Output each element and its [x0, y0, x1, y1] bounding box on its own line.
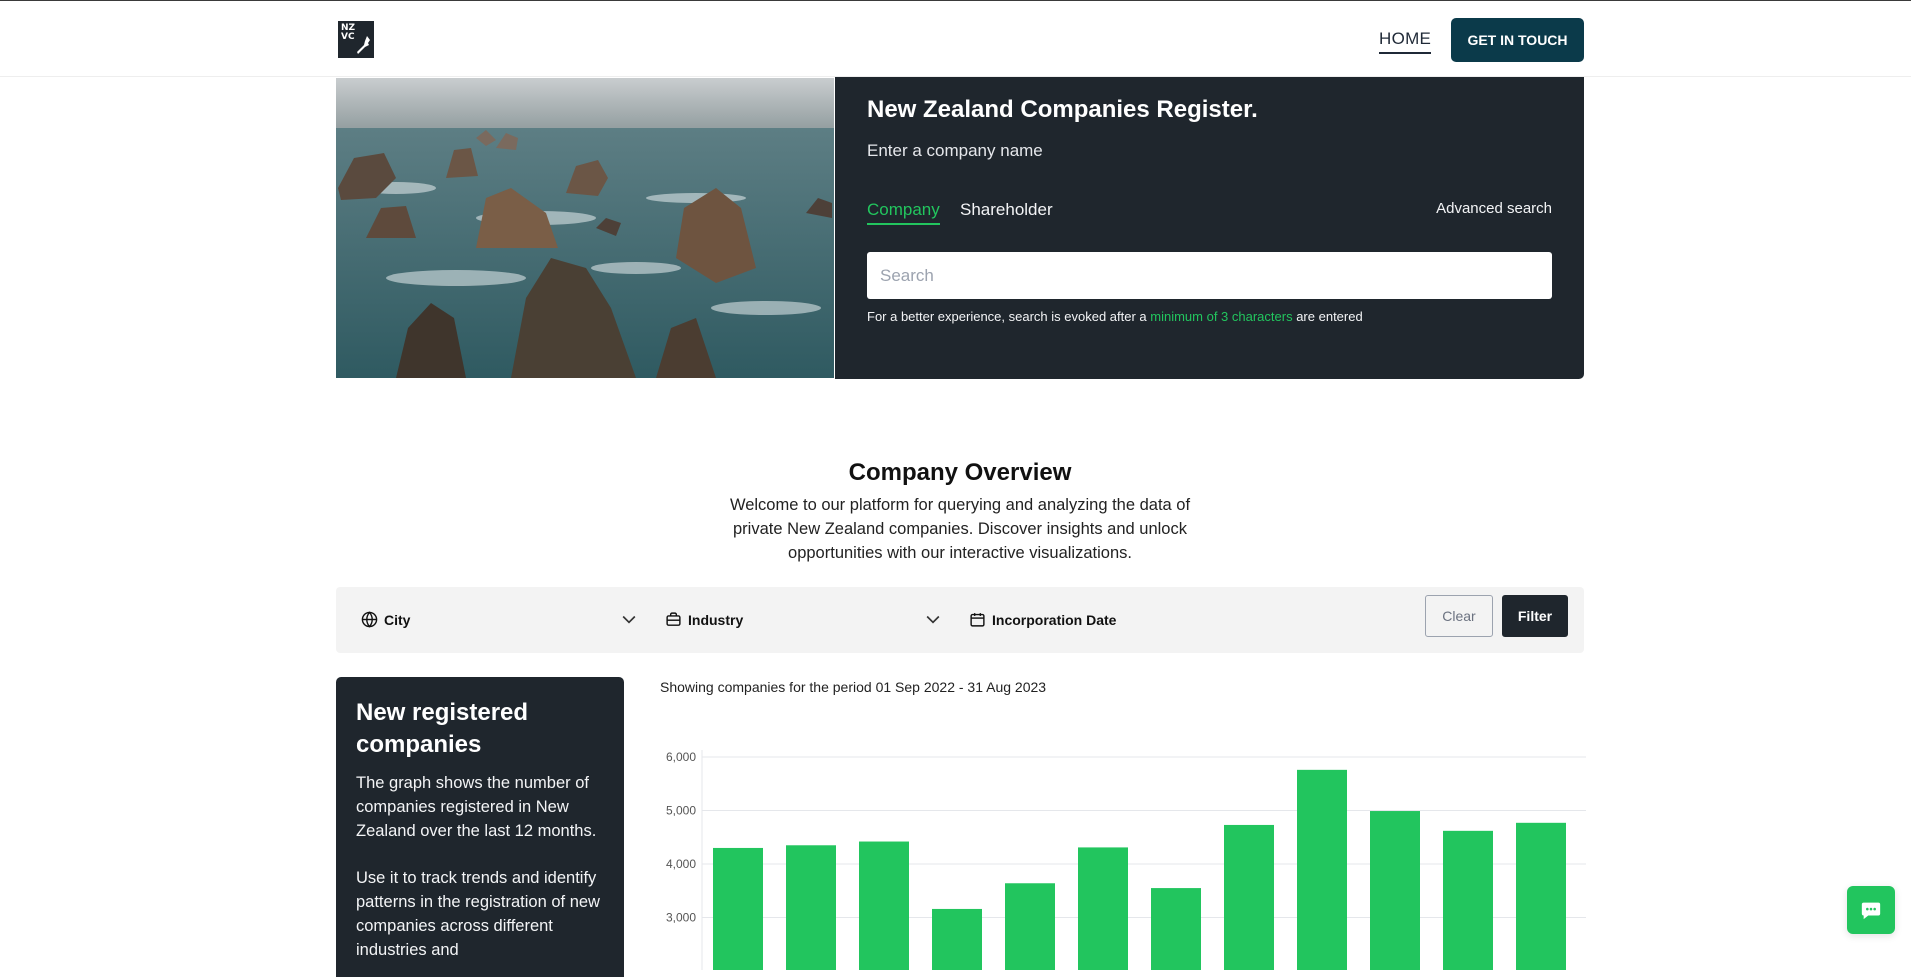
industry-filter[interactable]: Industry [665, 611, 743, 628]
incorporation-date-label: Incorporation Date [992, 611, 1117, 628]
bar[interactable] [932, 908, 982, 970]
calendar-icon [970, 613, 985, 627]
bar[interactable] [1297, 769, 1347, 970]
chat-button[interactable] [1847, 886, 1895, 934]
bar[interactable] [1370, 811, 1420, 970]
briefcase-icon [666, 612, 681, 626]
filter-bar: City Industry Incorporation Date Clear F… [336, 587, 1584, 653]
tab-shareholder[interactable]: Shareholder [960, 200, 1053, 223]
bar[interactable] [1443, 830, 1493, 970]
period-text: Showing companies for the period 01 Sep … [660, 679, 1047, 695]
overview-description: Welcome to our platform for querying and… [729, 496, 1191, 562]
city-filter[interactable]: City [361, 611, 410, 628]
y-tick-label: 4,000 [666, 857, 696, 871]
info-card-text-2: Use it to track trends and identify patt… [356, 869, 600, 959]
info-card-text-1: The graph shows the number of companies … [356, 774, 597, 840]
y-tick-label: 3,000 [666, 911, 696, 925]
advanced-search-link[interactable]: Advanced search [1436, 200, 1552, 217]
hint-suffix: are entered [1292, 309, 1363, 324]
nav-home-link[interactable]: HOME [1379, 29, 1432, 54]
hint-highlight: minimum of 3 characters [1150, 309, 1293, 324]
bar[interactable] [1005, 883, 1055, 970]
bar[interactable] [713, 847, 763, 970]
bar[interactable] [1078, 847, 1128, 970]
nzvc-logo[interactable]: NZ VC [338, 21, 374, 58]
bar[interactable] [1151, 888, 1201, 970]
globe-icon [361, 611, 378, 628]
new-companies-bar-chart: 6,000 5,000 4,000 3,000 [666, 750, 1586, 970]
bar[interactable] [786, 845, 836, 970]
clear-button[interactable]: Clear [1425, 595, 1493, 637]
bar[interactable] [859, 841, 909, 970]
chevron-down-icon[interactable] [923, 609, 943, 629]
chat-icon [1861, 902, 1881, 920]
site-header: NZ VC HOME GET IN TOUCH [0, 1, 1911, 77]
tab-company[interactable]: Company [867, 200, 940, 225]
search-panel: New Zealand Companies Register. Enter a … [835, 77, 1584, 379]
get-in-touch-button[interactable]: GET IN TOUCH [1451, 18, 1584, 62]
chevron-down-icon[interactable] [619, 609, 639, 629]
industry-filter-label: Industry [688, 611, 744, 628]
new-companies-info-card: New registered companies The graph shows… [336, 677, 624, 977]
bar[interactable] [1516, 822, 1566, 970]
hero-image-coastline [336, 78, 834, 378]
filter-button[interactable]: Filter [1502, 595, 1568, 637]
hero-title: New Zealand Companies Register. [867, 96, 1258, 123]
bar[interactable] [1224, 824, 1274, 970]
nz-map-icon [357, 36, 370, 54]
hint-prefix: For a better experience, search is evoke… [867, 309, 1151, 324]
city-filter-label: City [384, 611, 411, 628]
y-tick-label: 5,000 [666, 804, 696, 818]
hero-subtitle: Enter a company name [867, 141, 1043, 160]
y-tick-label: 6,000 [666, 750, 696, 764]
company-search-input[interactable] [867, 252, 1552, 299]
search-hint: For a better experience, search is evoke… [867, 309, 1363, 324]
incorporation-date-filter[interactable]: Incorporation Date [969, 611, 1116, 628]
info-card-title: New registered companies [356, 699, 529, 758]
overview-title: Company Overview [848, 459, 1072, 486]
